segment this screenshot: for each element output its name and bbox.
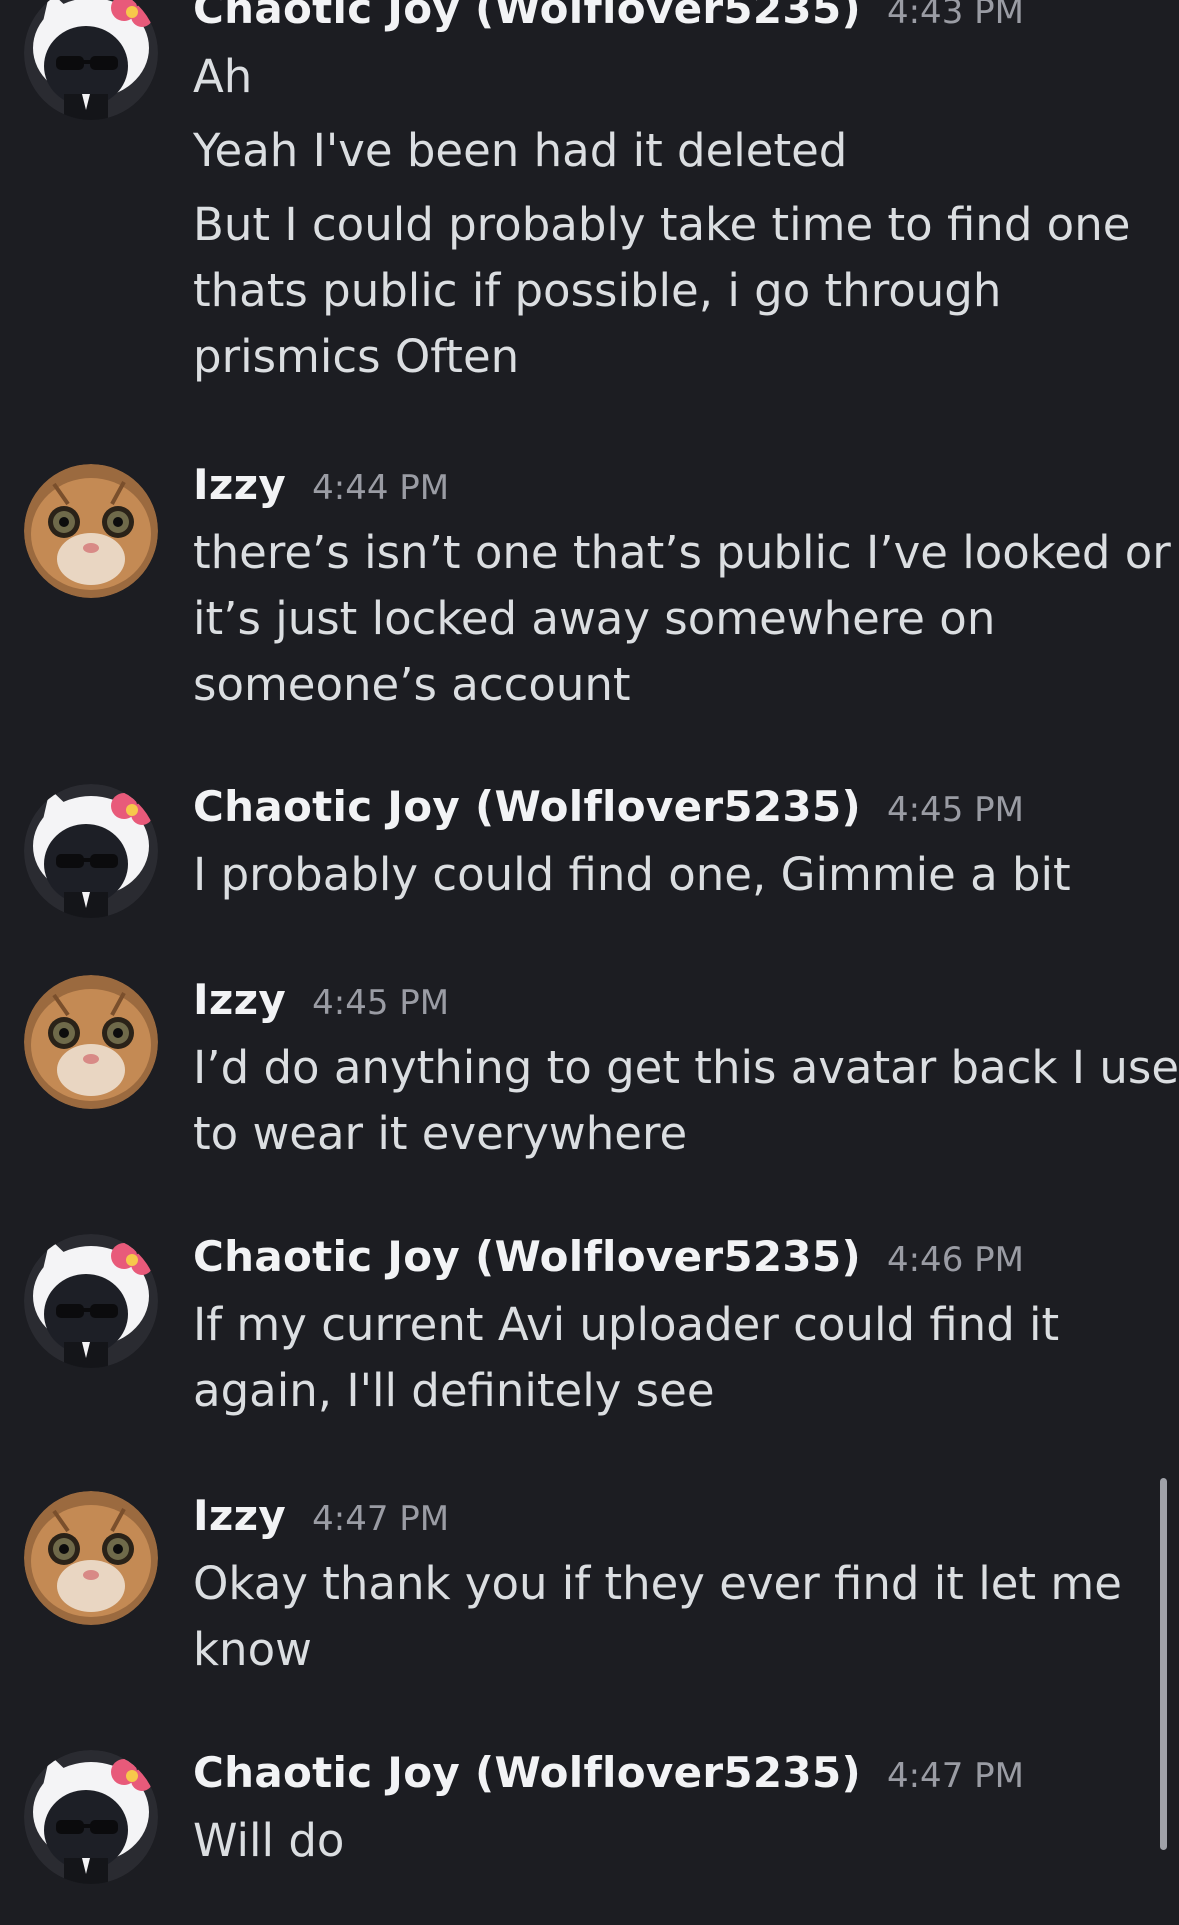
avatar-cat-icon[interactable] bbox=[24, 975, 158, 1109]
message-header: Chaotic Joy (Wolflover5235) 4:47 PM bbox=[193, 1748, 1150, 1804]
message-text: it’s just locked away somewhere on bbox=[193, 592, 996, 645]
scrollbar[interactable] bbox=[1160, 1478, 1167, 1850]
username[interactable]: Chaotic Joy (Wolflover5235) bbox=[193, 1232, 861, 1281]
message-text: to wear it everywhere bbox=[193, 1107, 688, 1160]
timestamp: 4:47 PM bbox=[886, 1756, 1024, 1796]
message-text: But I could probably take time to find o… bbox=[193, 198, 1131, 251]
message-text: I probably could find one, Gimmie a bit bbox=[193, 848, 1071, 901]
avatar-hello-kitty-icon[interactable] bbox=[24, 0, 158, 120]
message-header: Chaotic Joy (Wolflover5235) 4:46 PM bbox=[193, 1232, 1150, 1288]
message-content: Chaotic Joy (Wolflover5235) 4:45 PM I pr… bbox=[193, 782, 1150, 908]
username[interactable]: Chaotic Joy (Wolflover5235) bbox=[193, 782, 861, 831]
message-text: Will do bbox=[193, 1814, 345, 1867]
message-content: Izzy 4:47 PM Okay thank you if they ever… bbox=[193, 1491, 1150, 1683]
avatar-hello-kitty-icon[interactable] bbox=[24, 1750, 158, 1884]
message-content: Chaotic Joy (Wolflover5235) 4:46 PM If m… bbox=[193, 1232, 1150, 1424]
message-content: Izzy 4:44 PM there’s isn’t one that’s pu… bbox=[193, 460, 1171, 718]
avatar-cat-icon[interactable] bbox=[24, 464, 158, 598]
message-content: Chaotic Joy (Wolflover5235) 4:43 PM Ah Y… bbox=[193, 0, 1150, 390]
avatar-cat-icon[interactable] bbox=[24, 1491, 158, 1625]
message-text: If my current Avi uploader could find it bbox=[193, 1298, 1060, 1351]
chat-message-list[interactable]: Chaotic Joy (Wolflover5235) 4:43 PM Ah Y… bbox=[0, 0, 1179, 1925]
message-header: Chaotic Joy (Wolflover5235) 4:45 PM bbox=[193, 782, 1150, 838]
message-content: Chaotic Joy (Wolflover5235) 4:47 PM Will… bbox=[193, 1748, 1150, 1874]
timestamp: 4:46 PM bbox=[886, 1240, 1024, 1280]
avatar-hello-kitty-icon[interactable] bbox=[24, 1234, 158, 1368]
username[interactable]: Izzy bbox=[193, 975, 286, 1024]
message-text: again, I'll definitely see bbox=[193, 1364, 715, 1417]
avatar-hello-kitty-icon[interactable] bbox=[24, 784, 158, 918]
message-text: Yeah I've been had it deleted bbox=[193, 124, 848, 177]
message-header: Chaotic Joy (Wolflover5235) 4:43 PM bbox=[193, 0, 1150, 40]
message-header: Izzy 4:45 PM bbox=[193, 975, 1150, 1031]
message-text: Okay thank you if they ever find it let … bbox=[193, 1557, 1122, 1610]
message-text: Ah bbox=[193, 50, 253, 103]
message-content: Izzy 4:45 PM I’d do anything to get this… bbox=[193, 975, 1179, 1167]
username[interactable]: Izzy bbox=[193, 460, 286, 509]
timestamp: 4:47 PM bbox=[312, 1499, 450, 1539]
timestamp: 4:45 PM bbox=[886, 790, 1024, 830]
message-text: thats public if possible, i go through bbox=[193, 264, 1002, 317]
message-header: Izzy 4:44 PM bbox=[193, 460, 1150, 516]
timestamp: 4:44 PM bbox=[312, 468, 450, 508]
message-header: Izzy 4:47 PM bbox=[193, 1491, 1150, 1547]
message-text: there’s isn’t one that’s public I’ve loo… bbox=[193, 526, 1171, 579]
message-text: someone’s account bbox=[193, 658, 631, 711]
username[interactable]: Izzy bbox=[193, 1491, 286, 1540]
message-text: prismics Often bbox=[193, 330, 520, 383]
username[interactable]: Chaotic Joy (Wolflover5235) bbox=[193, 1748, 861, 1797]
timestamp: 4:43 PM bbox=[886, 0, 1024, 32]
message-text: know bbox=[193, 1623, 312, 1676]
message-text: I’d do anything to get this avatar back … bbox=[193, 1041, 1179, 1094]
username[interactable]: Chaotic Joy (Wolflover5235) bbox=[193, 0, 861, 33]
timestamp: 4:45 PM bbox=[312, 983, 450, 1023]
